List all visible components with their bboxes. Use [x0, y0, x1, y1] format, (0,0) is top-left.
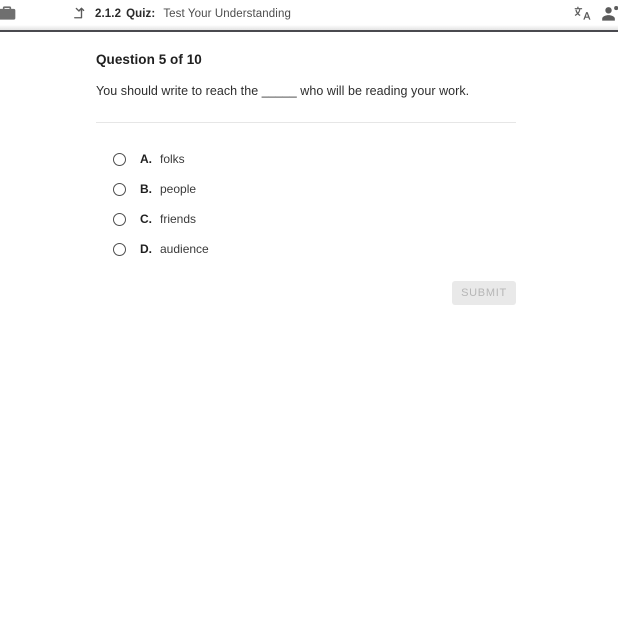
radio-icon-c[interactable]	[113, 212, 126, 226]
section-divider	[96, 122, 516, 123]
option-d[interactable]: D. audience	[113, 234, 513, 264]
option-b[interactable]: B. people	[113, 174, 513, 204]
top-bar: 2.1.2 Quiz: Test Your Understanding	[0, 0, 618, 32]
option-label-b: people	[160, 182, 197, 196]
answer-options: A. folks B. people C. friends D. audienc…	[113, 144, 513, 264]
breadcrumb-title: Test Your Understanding	[163, 8, 291, 20]
option-letter-c: C.	[140, 212, 152, 226]
breadcrumb-kind: Quiz:	[126, 8, 156, 20]
submit-button[interactable]: SUBMIT	[452, 281, 516, 305]
radio-icon-d[interactable]	[113, 242, 126, 256]
radio-icon-a[interactable]	[113, 152, 126, 166]
option-c[interactable]: C. friends	[113, 204, 513, 234]
question-text: You should write to reach the _____ who …	[96, 84, 470, 98]
account-notification-icon[interactable]	[601, 4, 618, 23]
option-letter-a: A.	[140, 152, 152, 166]
briefcase-icon[interactable]	[0, 3, 18, 23]
top-bar-actions	[573, 4, 618, 23]
radio-icon-b[interactable]	[113, 182, 126, 196]
option-letter-b: B.	[140, 182, 152, 196]
option-label-a: folks	[160, 152, 185, 166]
translate-icon[interactable]	[573, 4, 592, 23]
submit-row: SUBMIT	[96, 281, 516, 305]
breadcrumb-number: 2.1.2	[95, 8, 122, 20]
option-a[interactable]: A. folks	[113, 144, 513, 174]
breadcrumb[interactable]: 2.1.2 Quiz: Test Your Understanding	[95, 0, 291, 28]
question-block: Question 5 of 10 You should write to rea…	[96, 52, 516, 100]
option-label-d: audience	[160, 242, 209, 256]
question-counter: Question 5 of 10	[96, 52, 202, 67]
top-bar-rule	[0, 30, 618, 32]
up-level-arrow-icon[interactable]	[68, 5, 86, 23]
option-label-c: friends	[160, 212, 197, 226]
option-letter-d: D.	[140, 242, 152, 256]
